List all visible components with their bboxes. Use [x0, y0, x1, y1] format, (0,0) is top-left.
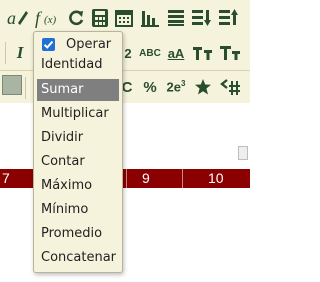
- column-separator: [126, 169, 127, 188]
- italic-button[interactable]: I: [10, 39, 30, 67]
- function-icon[interactable]: f (x): [34, 4, 64, 32]
- resize-handle[interactable]: [238, 146, 248, 160]
- svg-text:(x): (x): [44, 14, 57, 26]
- bar-chart-icon[interactable]: [138, 4, 162, 32]
- svg-text:f: f: [35, 8, 43, 28]
- sort-asc-icon[interactable]: [216, 4, 242, 32]
- separator: [5, 42, 6, 64]
- uppercase-button[interactable]: ABC: [138, 39, 162, 67]
- text-height-icon[interactable]: [218, 39, 242, 67]
- operar-label: Operar: [66, 37, 112, 52]
- svg-text:a: a: [7, 8, 16, 28]
- case-label: aA: [167, 45, 185, 61]
- menu-item-contar[interactable]: Contar: [37, 151, 119, 173]
- menu-item-identidad[interactable]: Identidad: [37, 54, 119, 76]
- change-case-button[interactable]: aA: [164, 39, 188, 67]
- refresh-icon[interactable]: [64, 4, 88, 32]
- operar-checkbox[interactable]: [42, 38, 55, 51]
- sort-desc-icon[interactable]: [190, 4, 214, 32]
- exponent-button[interactable]: 2e3: [164, 73, 188, 101]
- menu-item-maximo[interactable]: Máximo: [37, 175, 119, 197]
- column-separator: [182, 169, 183, 188]
- exponent-base: 2e: [166, 79, 181, 95]
- c-label: C: [121, 78, 133, 96]
- percent-label: %: [143, 78, 157, 96]
- superscript-label: 2: [124, 45, 132, 61]
- percent-button[interactable]: %: [140, 73, 160, 101]
- calendar-icon[interactable]: [112, 4, 136, 32]
- star-icon[interactable]: [192, 73, 214, 101]
- calculator-icon[interactable]: [88, 4, 112, 32]
- separator: [25, 77, 26, 99]
- column-header-7[interactable]: 7: [2, 170, 10, 186]
- hash-arrow-icon[interactable]: [218, 73, 242, 101]
- menu-item-concatenar[interactable]: Concatenar: [37, 247, 119, 269]
- align-icon[interactable]: [164, 4, 188, 32]
- abc-label: ABC: [139, 47, 161, 59]
- operation-dropdown: Operar Identidad Sumar Multiplicar Divid…: [33, 31, 123, 273]
- menu-item-multiplicar[interactable]: Multiplicar: [37, 103, 119, 125]
- text-style-icon[interactable]: a: [4, 4, 32, 32]
- menu-item-minimo[interactable]: Mínimo: [37, 199, 119, 221]
- menu-item-promedio[interactable]: Promedio: [37, 223, 119, 245]
- fill-color-button[interactable]: [2, 75, 22, 95]
- menu-item-sumar[interactable]: Sumar: [37, 79, 119, 101]
- italic-label: I: [16, 43, 24, 62]
- column-header-10[interactable]: 10: [208, 170, 224, 186]
- exponent-label: 2e3: [167, 79, 186, 94]
- title-case-icon[interactable]: [192, 39, 214, 67]
- exponent-sup: 3: [181, 79, 186, 89]
- menu-item-dividir[interactable]: Dividir: [37, 127, 119, 149]
- column-header-9[interactable]: 9: [142, 170, 150, 186]
